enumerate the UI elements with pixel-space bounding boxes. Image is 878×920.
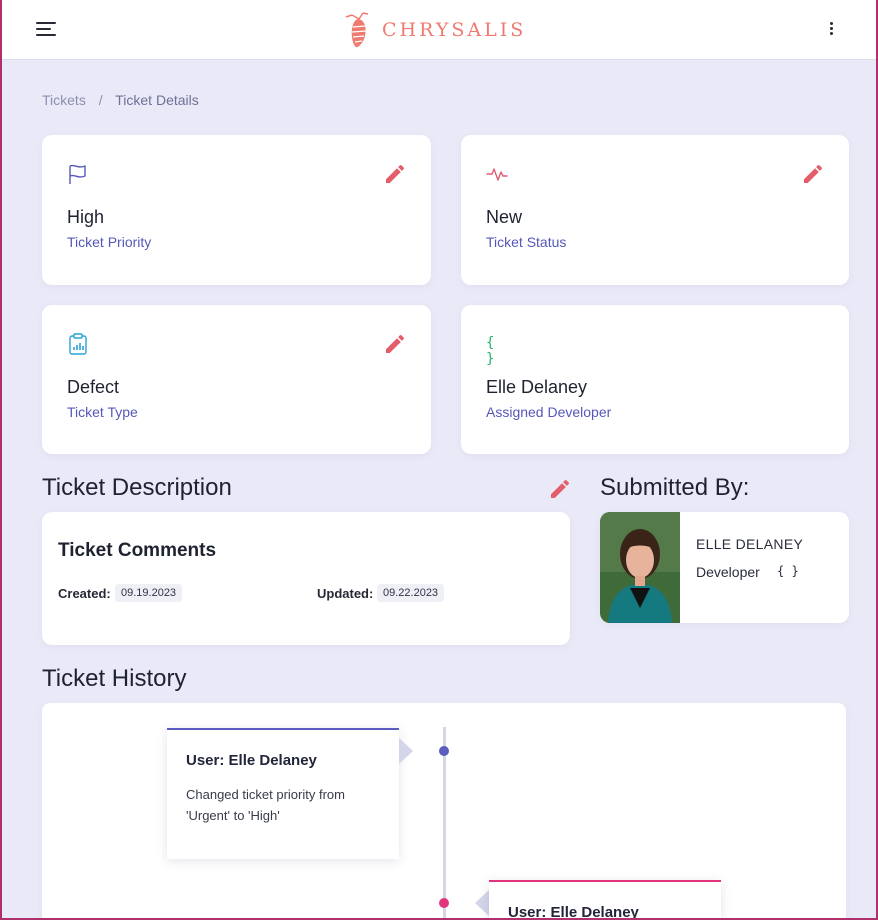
edit-type-pencil-icon[interactable]: [383, 332, 407, 356]
history-entry-1-dot: [439, 746, 449, 756]
edit-description-pencil-icon[interactable]: [548, 477, 572, 501]
updated-label: Updated:: [317, 586, 374, 601]
status-value: New: [486, 207, 523, 227]
hamburger-menu-icon[interactable]: [36, 22, 56, 38]
ticket-comments-card: Ticket Comments Created: 09.19.2023 Upda…: [42, 512, 570, 645]
history-entry-user: User: Elle Delaney: [508, 904, 639, 920]
top-app-bar: CHRYSALIS: [0, 0, 878, 60]
ticket-description-title: Ticket Description: [42, 474, 232, 501]
priority-value: High: [67, 207, 105, 227]
developer-value: Elle Delaney: [486, 377, 588, 397]
history-entry-2-dot: [439, 898, 449, 908]
edit-status-pencil-icon[interactable]: [801, 162, 825, 186]
developer-card: { } Elle Delaney Assigned Developer: [461, 305, 849, 454]
created-label: Created:: [58, 586, 111, 601]
breadcrumb: Tickets / Ticket Details: [42, 92, 199, 108]
ticket-history-title: Ticket History: [42, 665, 187, 692]
type-label: Ticket Type: [67, 404, 138, 420]
type-card: Defect Ticket Type: [42, 305, 431, 454]
history-entry-1-pointer: [399, 738, 413, 764]
developer-label: Assigned Developer: [486, 404, 612, 420]
history-entry-2: User: Elle Delaney: [489, 880, 721, 920]
ticket-history-timeline: User: Elle Delaney Changed ticket priori…: [42, 703, 846, 920]
created-date-badge: 09.19.2023: [115, 584, 183, 602]
chrysalis-logo-icon: [345, 12, 369, 48]
priority-label: Ticket Priority: [67, 234, 152, 250]
brand-name: CHRYSALIS: [382, 19, 527, 41]
history-entry-1: User: Elle Delaney Changed ticket priori…: [167, 728, 399, 859]
clipboard-chart-icon: [69, 333, 87, 355]
breadcrumb-current: Ticket Details: [115, 92, 199, 108]
ticket-comments-title: Ticket Comments: [58, 540, 217, 561]
brand-logo[interactable]: CHRYSALIS: [344, 10, 526, 50]
code-braces-icon: { }: [486, 335, 495, 367]
activity-icon: [486, 168, 508, 181]
submitter-code-icon: { }: [777, 564, 799, 578]
submitted-by-title: Submitted By:: [600, 474, 750, 501]
breadcrumb-tickets-link[interactable]: Tickets: [42, 92, 86, 108]
submitter-card: ELLE DELANEY Developer { }: [600, 512, 849, 623]
status-card: New Ticket Status: [461, 135, 849, 285]
submitter-name: ELLE DELANEY: [696, 536, 804, 552]
priority-card: High Ticket Priority: [42, 135, 431, 285]
updated-date-badge: 09.22.2023: [377, 584, 445, 602]
more-vertical-icon[interactable]: [826, 20, 836, 40]
edit-priority-pencil-icon[interactable]: [383, 162, 407, 186]
flag-icon: [69, 164, 86, 184]
history-entry-user: User: Elle Delaney: [186, 752, 317, 769]
history-entry-2-pointer: [475, 890, 489, 916]
status-label: Ticket Status: [486, 234, 567, 250]
submitter-avatar: [600, 512, 680, 623]
submitter-role: Developer: [696, 564, 760, 580]
breadcrumb-separator: /: [98, 92, 103, 108]
type-value: Defect: [67, 377, 120, 397]
history-entry-text: Changed ticket priority from 'Urgent' to…: [186, 787, 345, 823]
